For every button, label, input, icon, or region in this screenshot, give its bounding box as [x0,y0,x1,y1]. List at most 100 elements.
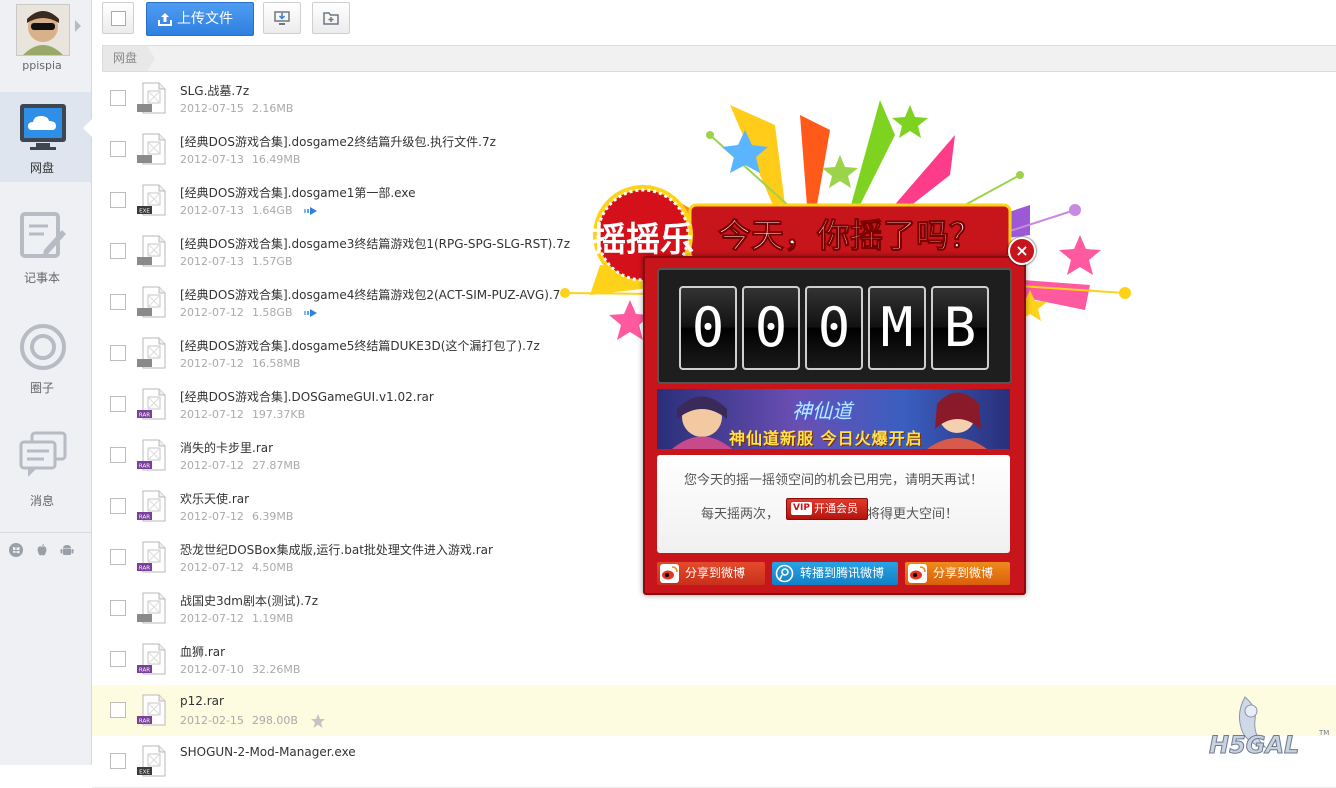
file-row-checkbox[interactable] [110,90,126,106]
file-size: 1.64GB [251,204,293,217]
counter-digit: B [931,286,989,370]
sidebar-item-netdisk[interactable]: 网盘 [0,92,92,182]
file-size: 1.57GB [251,255,293,268]
file-name[interactable]: [经典DOS游戏合集].dosgame5终结篇DUKE3D(这个漏打包了).7z [180,337,540,354]
file-row-checkbox[interactable] [110,396,126,412]
file-meta: 2012-07-12 4.50MB [180,561,293,574]
file-name[interactable]: 消失的卡步里.rar [180,439,273,456]
file-size: 1.58GB [251,306,293,319]
rar-file-icon: RAR [137,541,166,573]
file-date: 2012-07-12 [180,459,244,472]
rar-tag: RAR [139,719,150,725]
share-tencent-weibo-button[interactable]: 转播到腾讯微博 [772,562,898,585]
breadcrumb-root[interactable]: 网盘 [103,46,155,71]
file-size: 1.19MB [251,612,294,625]
used-up-message: 您今天的摇一摇领空间的机会已用完，请明天再试！ [683,473,983,488]
file-row[interactable]: RAR 血狮.rar 2012-07-10 32.26MB [92,634,1336,686]
rar-tag: RAR [139,413,150,419]
star-icon[interactable] [310,713,326,729]
game-ad-banner[interactable]: 神仙道 神仙道新服 今日火爆开启 [657,389,1010,449]
notepad-icon [20,212,66,258]
file-name[interactable]: SHOGUN-2-Mod-Manager.exe [180,745,356,759]
rar-tag: RAR [139,566,150,572]
avatar[interactable] [16,4,70,56]
username[interactable]: ppispia [0,59,84,72]
counter-digit: 0 [805,286,863,370]
file-row-checkbox[interactable] [110,549,126,565]
file-date: 2012-07-12 [180,357,244,370]
upload-button-label: 上传文件 [177,11,233,27]
file-row-checkbox[interactable] [110,651,126,667]
archive-file-icon [137,286,166,318]
watermark-tm: TM [1318,729,1329,737]
file-date: 2012-07-13 [180,255,244,268]
rar-file-icon: RAR [137,694,166,726]
avatar-menu-arrow-icon[interactable] [75,20,81,32]
file-meta: 2012-02-15 298.00B [180,714,298,727]
weibo-icon [908,564,927,583]
apple-icon[interactable] [35,543,49,557]
sidebar-item-notepad[interactable]: 记事本 [0,202,91,292]
rar-file-icon: RAR [137,490,166,522]
transfer-arrow-icon[interactable] [304,307,320,319]
file-row-checkbox[interactable] [110,498,126,514]
file-date: 2012-02-15 [180,714,244,727]
tencent-weibo-icon [775,564,794,583]
file-row-checkbox[interactable] [110,600,126,616]
file-meta: 2012-07-15 2.16MB [180,102,293,115]
transfer-arrow-icon[interactable] [304,205,320,217]
file-name[interactable]: [经典DOS游戏合集].dosgame4终结篇游戏包2(ACT-SIM-PUZ-… [180,286,560,303]
sidebar-item-circle[interactable]: 圈子 [0,312,91,402]
file-row-checkbox[interactable] [110,702,126,718]
archive-file-icon [137,337,166,369]
file-name[interactable]: [经典DOS游戏合集].dosgame1第一部.exe [180,184,415,201]
file-name[interactable]: 战国史3dm剧本(测试).7z [180,592,318,609]
rar-file-icon: RAR [137,388,166,420]
windows-icon[interactable] [9,543,23,557]
active-indicator [83,119,92,137]
download-to-pc-button[interactable] [263,2,301,34]
popup-headline: 今天，你摇了吗？ [718,216,982,255]
rar-tag: RAR [139,668,150,674]
upload-file-button[interactable]: 上传文件 [146,2,254,36]
weibo-icon [660,564,679,583]
file-name[interactable]: [经典DOS游戏合集].dosgame3终结篇游戏包1(RPG-SPG-SLG-… [180,235,570,252]
open-vip-button[interactable]: VIP 开通会员 [786,498,868,520]
file-row-checkbox[interactable] [110,243,126,259]
file-row-checkbox[interactable] [110,192,126,208]
breadcrumb: 网盘 [102,45,1336,72]
new-folder-button[interactable] [312,2,350,34]
file-row[interactable]: RAR p12.rar 2012-02-15 298.00B [92,685,1336,737]
file-size: 16.49MB [251,153,301,166]
file-name[interactable]: [经典DOS游戏合集].DOSGameGUI.v1.02.rar [180,388,434,405]
vip-message-prefix: 每天摇两次， [701,507,780,522]
file-size: 6.39MB [251,510,294,523]
close-popup-button[interactable]: × [1008,237,1036,265]
file-name[interactable]: SLG.战墓.7z [180,82,249,99]
file-row-checkbox[interactable] [110,141,126,157]
file-name[interactable]: [经典DOS游戏合集].dosgame2终结篇升级包.执行文件.7z [180,133,496,150]
file-meta: 2012-07-12 6.39MB [180,510,293,523]
file-name[interactable]: p12.rar [180,694,224,708]
file-row-checkbox[interactable] [110,294,126,310]
sidebar-item-messages[interactable]: 消息 [0,422,91,512]
message-box: 您今天的摇一摇领空间的机会已用完，请明天再试！ 每天摇两次， VIP 开通会员 … [657,455,1010,553]
watermark-text: H5GAL [1209,731,1299,759]
android-icon[interactable] [60,543,74,557]
file-row-checkbox[interactable] [110,345,126,361]
sidebar-item-label: 网盘 [29,161,54,175]
archive-file-icon [137,592,166,624]
share-weibo-button-2[interactable]: 分享到微博 [905,562,1010,585]
counter-digit: 0 [742,286,800,370]
file-name[interactable]: 恐龙世纪DOSBox集成版,运行.bat批处理文件进入游戏.rar [180,541,493,558]
file-date: 2012-07-12 [180,612,244,625]
file-meta: 2012-07-12 27.87MB [180,459,300,472]
file-row-checkbox[interactable] [110,447,126,463]
file-row-checkbox[interactable] [110,753,126,769]
share-weibo-button[interactable]: 分享到微博 [657,562,765,585]
exe-tag: EXE [139,770,150,776]
file-row[interactable]: EXE SHOGUN-2-Mod-Manager.exe [92,736,1336,788]
select-all-checkbox[interactable] [102,2,134,34]
file-name[interactable]: 血狮.rar [180,643,225,660]
file-name[interactable]: 欢乐天使.rar [180,490,249,507]
